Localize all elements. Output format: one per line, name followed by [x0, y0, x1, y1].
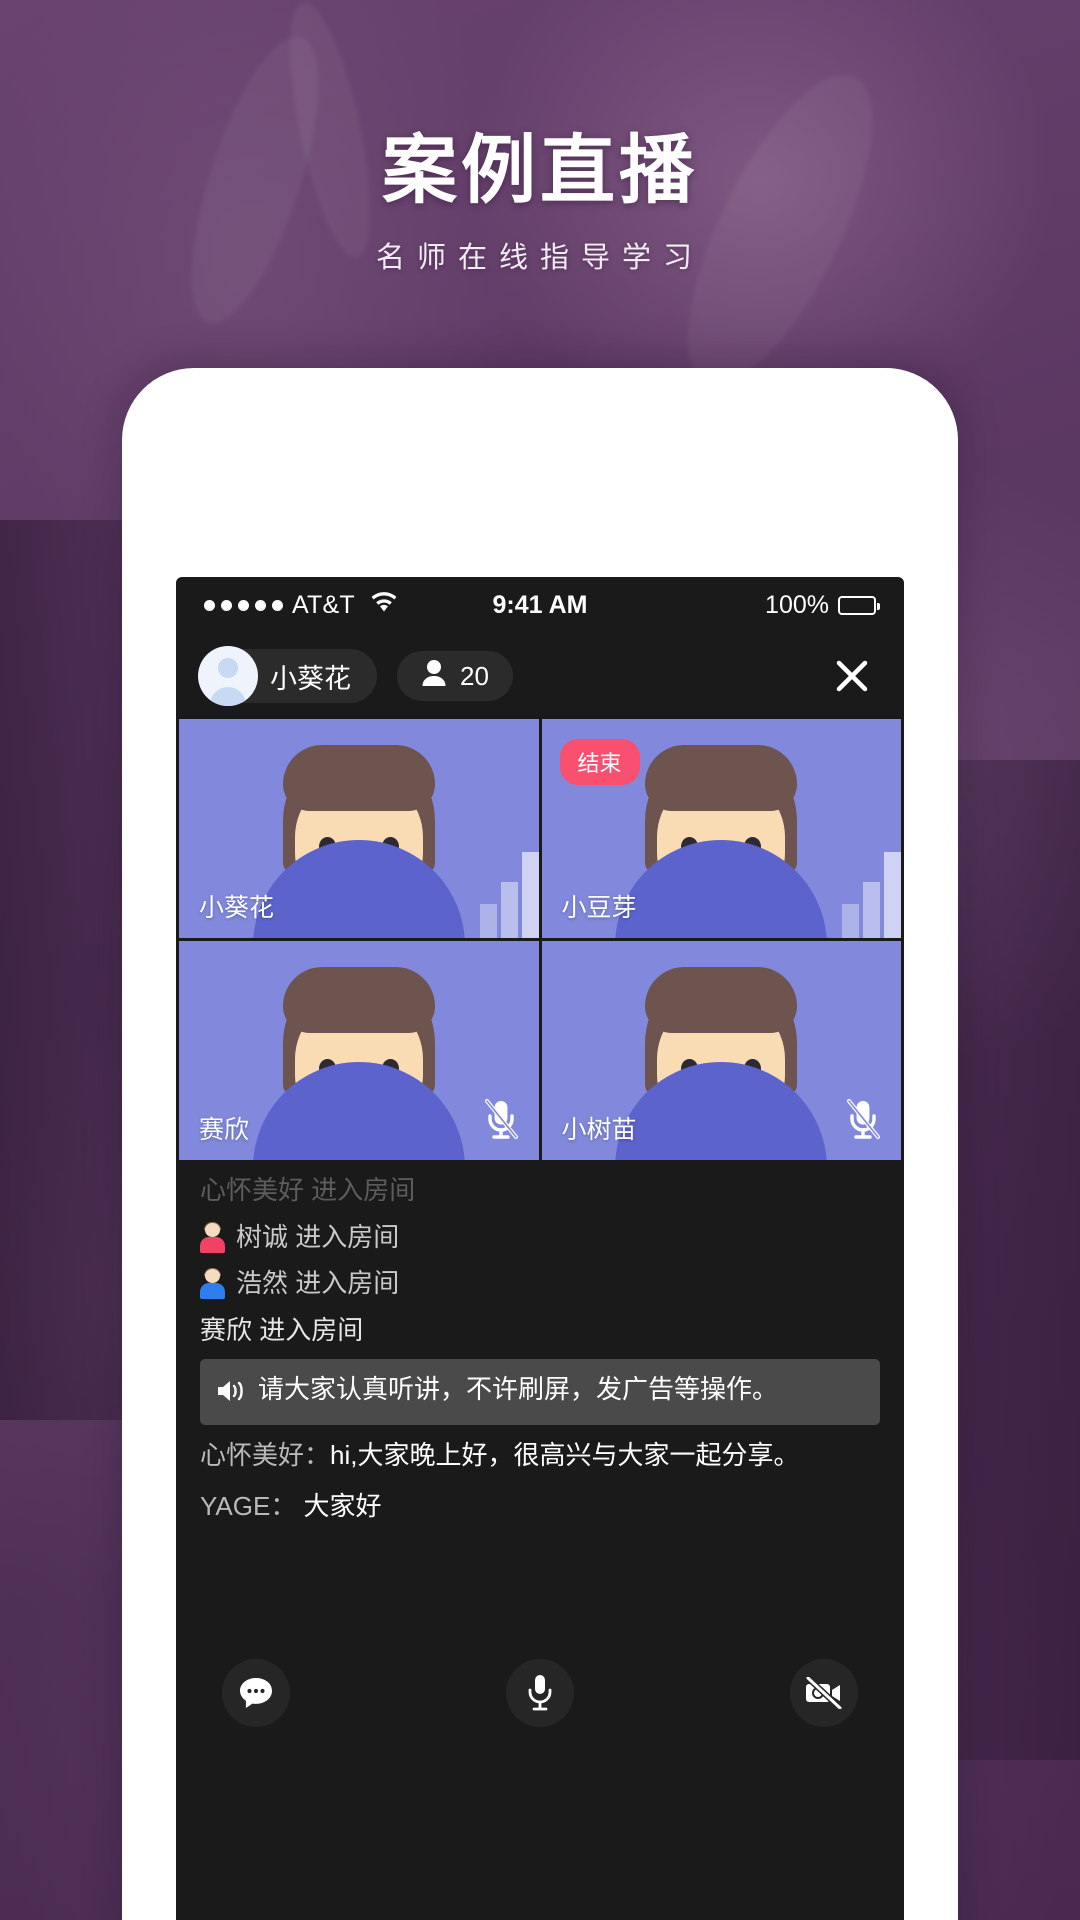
tile-name-label: 小葵花 — [199, 894, 275, 922]
promo-subtitle: 名师在线指导学习 — [375, 242, 704, 274]
promo-background: 案例直播 名师在线指导学习 AT&T 9:41 AM 100% 小葵花 20 小… — [0, 0, 1080, 1920]
status-badge: 结束 — [559, 739, 640, 785]
announcement-banner: 请大家认真听讲，不许刷屏，发广告等操作。 — [200, 1358, 880, 1425]
chat-join-text: 赛欣 进入房间 — [200, 1315, 364, 1346]
status-bar-right: 100% — [765, 590, 880, 620]
chat-message-author: 心怀美好： — [200, 1439, 331, 1470]
status-bar-left: AT&T — [204, 591, 398, 620]
viewer-count-label: 20 — [460, 660, 489, 691]
close-icon[interactable] — [826, 650, 878, 702]
tile-name-label: 小树苗 — [561, 1116, 637, 1144]
phone-screen: AT&T 9:41 AM 100% 小葵花 20 小葵花 结束 小豆芽 赛欣 小… — [176, 577, 904, 1920]
status-bar: AT&T 9:41 AM 100% — [176, 577, 904, 633]
chat-join-row: 树诚 进入房间 — [200, 1219, 880, 1257]
chat-join-text: 心怀美好 进入房间 — [200, 1175, 416, 1205]
signal-dots-icon — [204, 599, 283, 611]
chat-message: 心怀美好：hi,大家晚上好，很高兴与大家一起分享。 — [200, 1437, 880, 1475]
video-tile[interactable]: 赛欣 — [179, 941, 539, 1160]
announcement-text: 请大家认真听讲，不许刷屏，发广告等操作。 — [258, 1373, 779, 1404]
mini-avatar-icon — [200, 1268, 225, 1300]
chat-join-row: 浩然 进入房间 — [200, 1265, 880, 1303]
audio-level-bars — [479, 838, 539, 938]
mic-muted-icon[interactable] — [843, 1097, 883, 1148]
chat-message-text: hi,大家晚上好，很高兴与大家一起分享。 — [330, 1439, 800, 1470]
chat-message: YAGE： 大家好 — [200, 1488, 880, 1526]
chat-join-row: 心怀美好 进入房间 — [200, 1172, 880, 1210]
chat-join-text: 浩然 进入房间 — [236, 1268, 400, 1299]
video-tile[interactable]: 小葵花 — [179, 719, 539, 938]
carrier-label: AT&T — [292, 590, 355, 619]
avatar — [198, 646, 258, 706]
chat-join-text: 树诚 进入房间 — [236, 1221, 400, 1252]
chat-message-author: YAGE： — [200, 1491, 297, 1522]
promo-text-block: 案例直播 名师在线指导学习 — [0, 128, 1080, 276]
wifi-icon — [370, 591, 398, 620]
camera-off-icon[interactable] — [790, 1659, 858, 1727]
microphone-icon[interactable] — [506, 1659, 574, 1727]
host-name-label: 小葵花 — [270, 663, 351, 694]
chat-message-text: 大家好 — [296, 1491, 382, 1522]
phone-mockup: AT&T 9:41 AM 100% 小葵花 20 小葵花 结束 小豆芽 赛欣 小… — [122, 368, 958, 1920]
tile-name-label: 小豆芽 — [561, 894, 637, 922]
promo-title: 案例直播 — [381, 128, 698, 212]
video-tile[interactable]: 小树苗 — [541, 941, 901, 1160]
chat-bubble-icon[interactable] — [222, 1659, 290, 1727]
bottom-toolbar — [176, 1634, 904, 1752]
battery-icon — [838, 595, 880, 615]
person-icon — [421, 659, 447, 694]
audio-level-bars — [842, 838, 901, 938]
speaker-icon — [216, 1376, 246, 1413]
room-header: 小葵花 20 — [176, 633, 904, 719]
video-grid: 小葵花 结束 小豆芽 赛欣 小树苗 — [176, 719, 904, 1160]
viewer-count-pill[interactable]: 20 — [397, 651, 513, 701]
tile-name-label: 赛欣 — [199, 1116, 250, 1144]
mic-muted-icon[interactable] — [481, 1097, 521, 1148]
chat-join-row: 赛欣 进入房间 — [200, 1312, 880, 1350]
mini-avatar-icon — [200, 1221, 225, 1253]
battery-percent-label: 100% — [765, 590, 829, 619]
host-pill[interactable]: 小葵花 — [198, 646, 377, 706]
video-tile[interactable]: 结束 小豆芽 — [541, 719, 901, 938]
chat-area[interactable]: 心怀美好 进入房间 树诚 进入房间 浩然 进入房间 赛欣 进入房间 请大家认真听… — [176, 1160, 904, 1634]
